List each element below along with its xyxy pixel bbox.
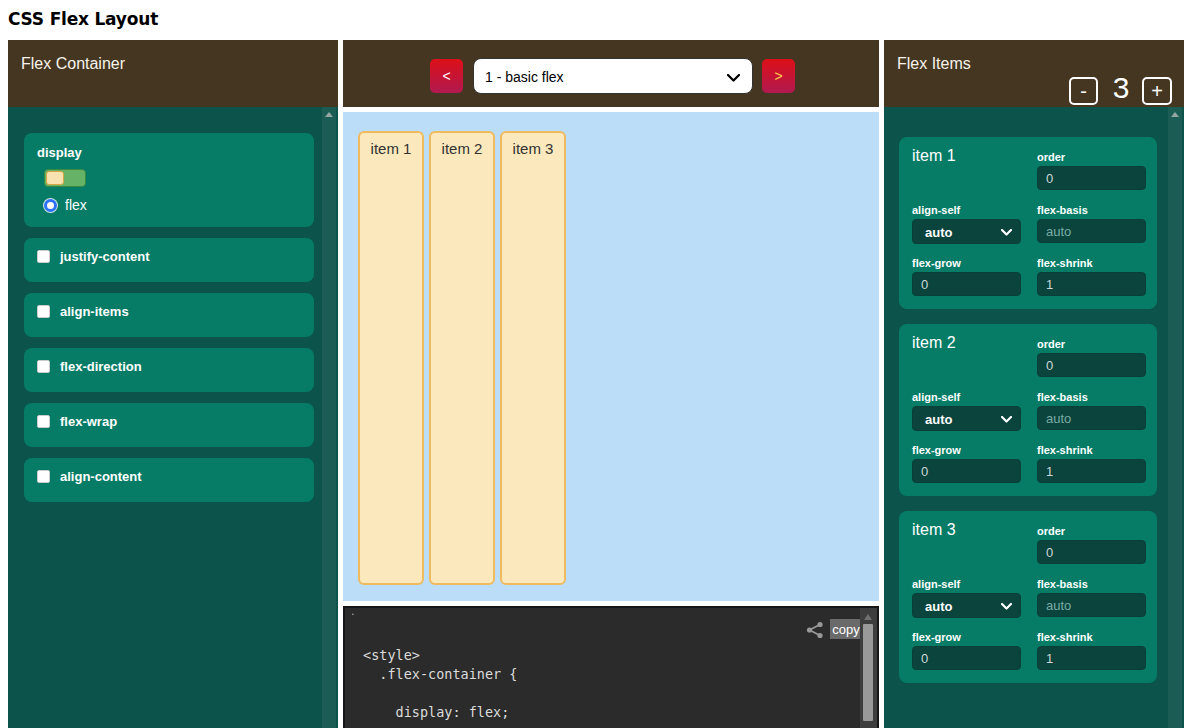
flex-item-card: item 2 order align-self auto flex-basis … [899, 324, 1157, 496]
property-label: align-items [60, 304, 129, 319]
flex-shrink-label: flex-shrink [1037, 444, 1093, 456]
flex-grow-input[interactable] [912, 646, 1021, 670]
left-panel-scrollbar[interactable] [322, 107, 336, 728]
flex-items-panel-header: Flex Items - 3 + [884, 40, 1184, 107]
property-toggle-card: align-content [24, 458, 314, 502]
toggle-knob [46, 171, 64, 185]
flex-basis-input[interactable] [1037, 219, 1146, 243]
flex-grow-label: flex-grow [912, 631, 961, 643]
order-input[interactable] [1037, 166, 1146, 190]
flex-grow-input[interactable] [912, 459, 1021, 483]
flex-item-name: item 3 [912, 521, 956, 539]
align-self-label: align-self [912, 578, 960, 590]
right-panel-scrollbar[interactable] [1168, 107, 1182, 728]
flex-basis-label: flex-basis [1037, 204, 1088, 216]
order-label: order [1037, 151, 1065, 163]
code-scrollbar-thumb[interactable] [863, 624, 873, 721]
flex-items-title: Flex Items [897, 55, 971, 73]
flex-shrink-input[interactable] [1037, 646, 1146, 670]
item-count: 3 [1105, 71, 1137, 105]
chevron-down-icon [727, 74, 740, 82]
flex-container-panel-header: Flex Container [8, 40, 338, 107]
flex-shrink-input[interactable] [1037, 272, 1146, 296]
property-label: flex-direction [60, 359, 142, 374]
flex-item-card: item 1 order align-self auto flex-basis … [899, 137, 1157, 309]
flex-grow-input[interactable] [912, 272, 1021, 296]
flex-basis-label: flex-basis [1037, 391, 1088, 403]
align-self-select[interactable]: auto [912, 406, 1021, 431]
flex-basis-label: flex-basis [1037, 578, 1088, 590]
preset-select-value: 1 - basic flex [485, 69, 564, 85]
remove-item-button[interactable]: - [1069, 77, 1098, 105]
property-toggle-card: justify-content [24, 238, 314, 282]
flex-basis-input[interactable] [1037, 593, 1146, 617]
scroll-up-icon[interactable] [864, 614, 872, 620]
generated-css-code: <style> .flex-container { display: flex; [363, 646, 517, 722]
chevron-down-icon [1001, 603, 1012, 610]
order-label: order [1037, 525, 1065, 537]
display-control-card: display flex [24, 133, 314, 227]
flex-demo-container: item 1 item 2 item 3 [343, 112, 879, 601]
flex-container-title: Flex Container [21, 55, 125, 73]
add-item-button[interactable]: + [1142, 77, 1172, 105]
scroll-up-icon[interactable] [325, 112, 333, 117]
code-scrollbar[interactable] [860, 608, 877, 728]
next-preset-button[interactable]: > [762, 59, 795, 93]
flex-item-name: item 2 [912, 334, 956, 352]
preset-select[interactable]: 1 - basic flex [473, 58, 753, 94]
display-toggle[interactable] [44, 169, 86, 187]
property-toggle-card: flex-wrap [24, 403, 314, 447]
flex-shrink-input[interactable] [1037, 459, 1146, 483]
flex-grow-label: flex-grow [912, 444, 961, 456]
copy-button[interactable]: copy [830, 619, 862, 639]
display-label: display [37, 145, 314, 160]
flex-grow-label: flex-grow [912, 257, 961, 269]
flex-basis-input[interactable] [1037, 406, 1146, 430]
align-self-label: align-self [912, 204, 960, 216]
order-input[interactable] [1037, 540, 1146, 564]
property-label: flex-wrap [60, 414, 117, 429]
property-checkbox[interactable] [37, 415, 50, 428]
align-self-value: auto [925, 225, 952, 240]
flex-item-name: item 1 [912, 147, 956, 165]
flex-radio[interactable] [44, 199, 57, 212]
property-checkbox[interactable] [37, 250, 50, 263]
code-corner-dot: . [351, 603, 355, 618]
scroll-up-icon[interactable] [1171, 112, 1179, 117]
flex-container-panel: display flex justify-content align-items… [8, 107, 338, 728]
property-checkbox[interactable] [37, 470, 50, 483]
property-checkbox[interactable] [37, 305, 50, 318]
order-input[interactable] [1037, 353, 1146, 377]
order-label: order [1037, 338, 1065, 350]
flex-demo-item: item 1 [358, 131, 424, 585]
align-self-value: auto [925, 412, 952, 427]
property-label: align-content [60, 469, 142, 484]
property-checkbox[interactable] [37, 360, 50, 373]
flex-item-card: item 3 order align-self auto flex-basis … [899, 511, 1157, 683]
align-self-select[interactable]: auto [912, 593, 1021, 618]
flex-shrink-label: flex-shrink [1037, 631, 1093, 643]
chevron-down-icon [1001, 416, 1012, 423]
flex-demo-item: item 2 [429, 131, 495, 585]
flex-items-panel: item 1 order align-self auto flex-basis … [884, 107, 1184, 728]
code-panel: . copy <style> .flex-container { display… [343, 606, 879, 728]
align-self-label: align-self [912, 391, 960, 403]
previous-preset-button[interactable]: < [430, 59, 463, 93]
property-label: justify-content [60, 249, 150, 264]
align-self-select[interactable]: auto [912, 219, 1021, 244]
preset-bar: < 1 - basic flex > [343, 40, 879, 107]
property-toggle-card: align-items [24, 293, 314, 337]
align-self-value: auto [925, 599, 952, 614]
property-toggle-card: flex-direction [24, 348, 314, 392]
page-title: CSS Flex Layout [8, 9, 158, 29]
flex-radio-label: flex [65, 197, 87, 213]
chevron-down-icon [1001, 229, 1012, 236]
flex-demo-item: item 3 [500, 131, 566, 585]
share-icon[interactable] [806, 621, 824, 639]
flex-shrink-label: flex-shrink [1037, 257, 1093, 269]
